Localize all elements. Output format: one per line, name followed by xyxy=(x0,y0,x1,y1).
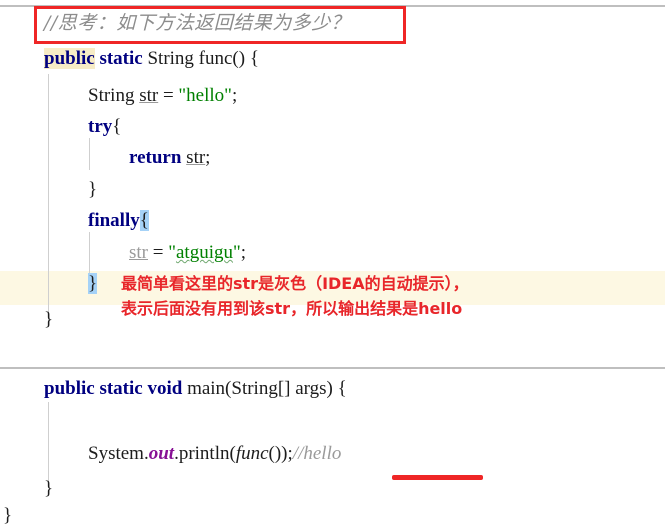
quote-close: " xyxy=(232,242,241,263)
string-literal-hello: "hello" xyxy=(178,85,232,106)
brace-close-func: } xyxy=(44,309,54,330)
keyword-public: public xyxy=(44,48,95,69)
call-args-and-semicolon: ()); xyxy=(268,443,293,464)
field-out: out xyxy=(148,443,175,464)
code-line-println[interactable]: System.out.println(func());//hello xyxy=(88,444,341,463)
keyword-return: return xyxy=(129,147,187,168)
brace-open-try: { xyxy=(112,116,122,137)
code-line-close-finally[interactable]: } xyxy=(88,273,98,294)
string-literal-atguigu: atguigu xyxy=(175,242,233,263)
red-annotation-line-1: 最简单看这里的str是灰色（IDEA的自动提示）， xyxy=(121,274,469,293)
assign-operator: = xyxy=(158,85,179,106)
code-line-close-func[interactable]: } xyxy=(44,310,53,329)
brace-close-main: } xyxy=(44,478,54,499)
indent-guide-method-main xyxy=(48,402,49,484)
semicolon: ; xyxy=(205,147,211,168)
indent-guide-try-block xyxy=(89,138,90,170)
method-println: println( xyxy=(178,443,236,464)
brace-close-try: } xyxy=(88,179,98,200)
quote-open: " xyxy=(168,242,176,263)
keyword-static: static xyxy=(94,48,148,69)
variable-str-return: str xyxy=(186,147,206,168)
method-call-func: func xyxy=(235,443,269,464)
code-line-close-main[interactable]: } xyxy=(44,479,53,498)
main-signature-rest: main(String[] args) { xyxy=(187,378,347,399)
code-line-close-class[interactable]: } xyxy=(3,506,12,525)
question-comment-text: //思考：如下方法返回结果为多少？ xyxy=(44,12,351,34)
brace-close-class: } xyxy=(3,505,13,526)
system-object: System. xyxy=(88,443,149,464)
code-line-str-reassign[interactable]: str = "atguigu"; xyxy=(129,243,246,262)
brace-open-finally: { xyxy=(139,210,149,231)
code-line-string-declaration[interactable]: String str = "hello"; xyxy=(88,86,237,105)
assign-operator: = xyxy=(148,242,169,263)
code-line-return[interactable]: return str; xyxy=(129,148,210,167)
red-underline-hello xyxy=(392,475,483,480)
inline-comment-hello: //hello xyxy=(292,443,342,464)
code-line-main-signature[interactable]: public static void main(String[] args) { xyxy=(44,379,347,398)
indent-guide-method-func xyxy=(48,74,49,322)
keyword-public-static-void: public static void xyxy=(44,378,188,399)
code-line-try[interactable]: try{ xyxy=(88,117,121,136)
code-line-func-signature[interactable]: public static String func() { xyxy=(44,48,259,69)
semicolon: ; xyxy=(240,242,247,263)
variable-str: str xyxy=(139,85,159,106)
brace-close-finally: } xyxy=(88,273,98,294)
func-signature-rest: String func() { xyxy=(147,48,259,69)
variable-str-unused: str xyxy=(129,242,148,263)
code-line-close-try[interactable]: } xyxy=(88,180,97,199)
indent-guide-finally-block xyxy=(89,232,90,274)
keyword-try: try xyxy=(88,116,113,137)
semicolon: ; xyxy=(231,85,238,106)
middle-separator-rule xyxy=(0,367,665,369)
red-annotation-line-2: 表示后面没有用到该str，所以输出结果是hello xyxy=(121,299,463,318)
keyword-finally: finally xyxy=(88,210,140,231)
type-string: String xyxy=(88,85,140,106)
code-line-finally[interactable]: finally{ xyxy=(88,210,149,231)
